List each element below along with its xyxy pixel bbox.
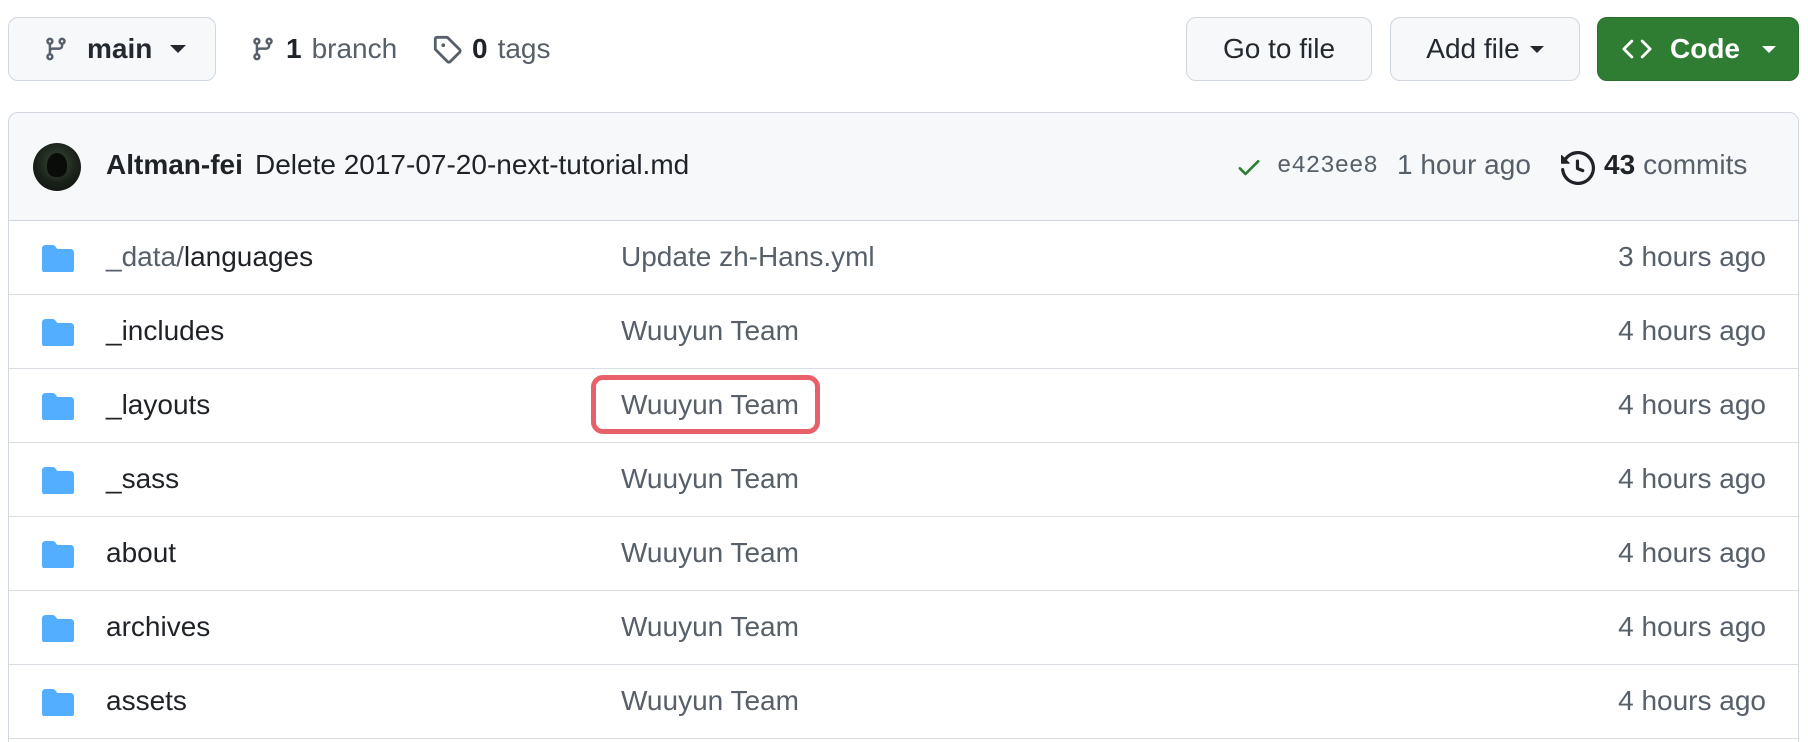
tag-icon xyxy=(433,35,462,64)
file-name-link[interactable]: assets xyxy=(106,685,187,717)
file-parent-dir[interactable]: _data/ xyxy=(106,241,184,272)
tags-link[interactable]: 0 tags xyxy=(432,17,551,81)
avatar[interactable] xyxy=(33,143,81,191)
file-commit-message[interactable]: Wuuyun Team xyxy=(621,389,799,421)
folder-icon xyxy=(41,614,75,647)
file-commit-message[interactable]: Wuuyun Team xyxy=(621,611,799,643)
file-commit-age: 4 hours ago xyxy=(1618,611,1766,642)
file-commit-message[interactable]: Wuuyun Team xyxy=(621,537,799,569)
commit-time: 1 hour ago xyxy=(1397,149,1531,180)
chevron-down-icon xyxy=(1529,45,1544,53)
file-name-link[interactable]: _layouts xyxy=(106,389,210,421)
file-row: assets Wuuyun Team 4 hours ago xyxy=(9,665,1798,739)
file-row: _includes Wuuyun Team 4 hours ago xyxy=(9,295,1798,369)
file-name[interactable]: archives xyxy=(106,611,210,642)
file-list: _data/languages Update zh-Hans.yml 3 hours… xyxy=(9,221,1798,739)
commit-sha[interactable]: e423ee8 xyxy=(1277,153,1378,180)
file-row: _layouts Wuuyun Team 4 hours ago xyxy=(9,369,1798,443)
history-icon xyxy=(1561,151,1595,185)
check-icon[interactable] xyxy=(1235,153,1263,181)
code-button[interactable]: Code xyxy=(1597,17,1799,81)
folder-icon xyxy=(41,318,75,351)
file-name-link[interactable]: _sass xyxy=(106,463,179,495)
folder-icon xyxy=(41,688,75,721)
file-name[interactable]: languages xyxy=(184,241,313,272)
file-commit-age: 4 hours ago xyxy=(1618,389,1766,420)
file-commit-age: 3 hours ago xyxy=(1618,241,1766,272)
file-name[interactable]: assets xyxy=(106,685,187,716)
branch-label: branch xyxy=(311,33,398,64)
commits-link[interactable]: 43 commits xyxy=(1604,149,1747,181)
folder-icon xyxy=(41,540,75,573)
repo-toolbar: main 1 branch 0 tags Go to file Add file… xyxy=(0,0,1808,100)
file-row: about Wuuyun Team 4 hours ago xyxy=(9,517,1798,591)
file-name-link[interactable]: _data/languages xyxy=(106,241,313,273)
commit-count: 43 xyxy=(1604,149,1636,180)
file-commit-age: 4 hours ago xyxy=(1618,685,1766,716)
file-name[interactable]: _includes xyxy=(106,315,224,346)
go-to-file-button[interactable]: Go to file xyxy=(1186,17,1372,81)
latest-commit-bar: Altman-fei Delete 2017-07-20-next-tutori… xyxy=(9,113,1798,221)
file-name[interactable]: about xyxy=(106,537,176,568)
branch-count: 1 xyxy=(286,33,302,64)
file-name[interactable]: _layouts xyxy=(106,389,210,420)
chevron-down-icon xyxy=(1762,45,1776,53)
branches-link[interactable]: 1 branch xyxy=(250,17,397,81)
commit-count-label: commits xyxy=(1643,149,1748,180)
folder-icon xyxy=(41,392,75,425)
file-commit-age: 4 hours ago xyxy=(1618,537,1766,568)
file-row: _sass Wuuyun Team 4 hours ago xyxy=(9,443,1798,517)
add-file-button[interactable]: Add file xyxy=(1390,17,1580,81)
file-name-link[interactable]: archives xyxy=(106,611,210,643)
file-commit-message[interactable]: Wuuyun Team xyxy=(621,685,799,717)
commit-message[interactable]: Delete 2017-07-20-next-tutorial.md xyxy=(255,149,689,181)
tag-label: tags xyxy=(497,33,551,64)
file-commit-message[interactable]: Wuuyun Team xyxy=(621,463,799,495)
file-commit-message[interactable]: Update zh-Hans.yml xyxy=(621,241,875,273)
branch-selector-button[interactable]: main xyxy=(8,17,216,81)
folder-icon xyxy=(41,244,75,277)
file-name-link[interactable]: about xyxy=(106,537,176,569)
tag-count: 0 xyxy=(472,33,488,64)
branch-name: main xyxy=(87,33,153,64)
code-icon xyxy=(1622,39,1652,59)
file-row: archives Wuuyun Team 4 hours ago xyxy=(9,591,1798,665)
git-branch-icon xyxy=(46,37,66,61)
file-commit-message[interactable]: Wuuyun Team xyxy=(621,315,799,347)
folder-icon xyxy=(41,466,75,499)
file-name[interactable]: _sass xyxy=(106,463,179,494)
file-browser: Altman-fei Delete 2017-07-20-next-tutori… xyxy=(8,112,1799,742)
add-file-label: Add file xyxy=(1426,33,1520,64)
code-label: Code xyxy=(1670,33,1740,64)
commit-author[interactable]: Altman-fei xyxy=(106,149,243,181)
git-branch-icon xyxy=(253,37,273,61)
file-name-link[interactable]: _includes xyxy=(106,315,224,347)
file-commit-age: 4 hours ago xyxy=(1618,315,1766,346)
file-commit-age: 4 hours ago xyxy=(1618,463,1766,494)
chevron-down-icon xyxy=(170,45,187,53)
file-row: _data/languages Update zh-Hans.yml 3 hours… xyxy=(9,221,1798,295)
